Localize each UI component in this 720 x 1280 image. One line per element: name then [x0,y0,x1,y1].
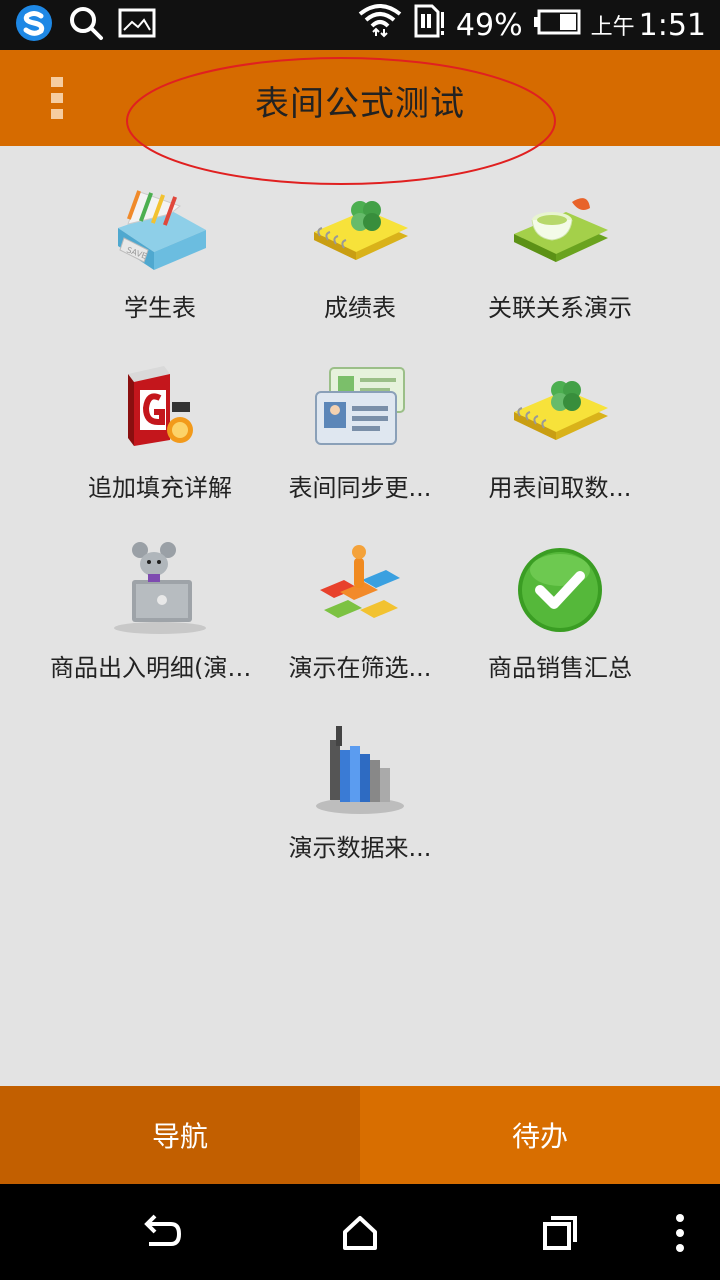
grid-item-label: 商品销售汇总 [488,654,632,682]
status-bar: 49% 上午 1:51 [0,0,720,50]
clock-time: 1:51 [638,7,706,43]
search-icon [68,5,104,45]
grid-item-relation-demo[interactable]: 关联关系演示 [460,170,660,340]
grid-item-filter-demo[interactable]: 演示在筛选... [260,530,460,700]
grid-item-sales-summary[interactable]: 商品销售汇总 [460,530,660,700]
back-icon[interactable] [135,1208,185,1258]
tab-navigation[interactable]: 导航 [0,1086,360,1184]
grid-item-student-table[interactable]: SAVE 学生表 [60,170,260,340]
clover-notebook-icon [310,180,410,280]
grid-item-sync-update[interactable]: 表间同步更... [260,350,460,520]
grid-item-data-source-demo[interactable]: 演示数据来... [260,710,460,880]
grid-item-append-fill[interactable]: 追加填充详解 [60,350,260,520]
image-icon [118,8,156,42]
grid-item-label: 商品出入明细(演示 ... [50,654,270,682]
recents-icon[interactable] [535,1208,585,1258]
mouse-laptop-icon [110,540,210,640]
id-cards-icon [310,360,410,460]
grid-item-fetch-data[interactable]: 用表间取数... [460,350,660,520]
title-bar: 表间公式测试 [0,50,720,185]
more-icon[interactable] [655,1208,705,1258]
grid-item-label: 演示在筛选... [288,654,432,682]
grid-item-label: 追加填充详解 [88,474,232,502]
puzzle-person-icon [310,540,410,640]
grid-item-goods-in-out[interactable]: 商品出入明细(演示 ... [50,530,270,700]
battery-icon [533,8,581,43]
grid-item-label: 表间同步更... [288,474,432,502]
system-nav-bar [0,1184,720,1280]
tea-cup-book-icon [510,180,610,280]
green-check-icon [510,540,610,640]
wifi-icon [358,2,402,48]
save-folder-icon: SAVE [110,180,210,280]
bar-chart-icon [310,720,410,820]
clover-notebook-icon [510,360,610,460]
grid-item-label: 演示数据来... [288,834,432,862]
grid-item-label: 成绩表 [324,294,396,322]
bottom-tab-bar: 导航 待办 [0,1086,720,1184]
red-g-box-icon [110,360,210,460]
grid-item-label: 学生表 [124,294,196,322]
tab-todo[interactable]: 待办 [360,1086,720,1184]
sim-icon [412,2,446,48]
grid-item-label: 用表间取数... [488,474,632,502]
grid-item-label: 关联关系演示 [488,294,632,322]
page-title: 表间公式测试 [255,84,465,124]
grid-item-score-table[interactable]: 成绩表 [260,170,460,340]
time-prefix: 上午 [590,15,635,40]
home-icon[interactable] [335,1208,385,1258]
battery-percent: 49% [455,7,523,43]
sogou-logo-icon [14,3,54,47]
